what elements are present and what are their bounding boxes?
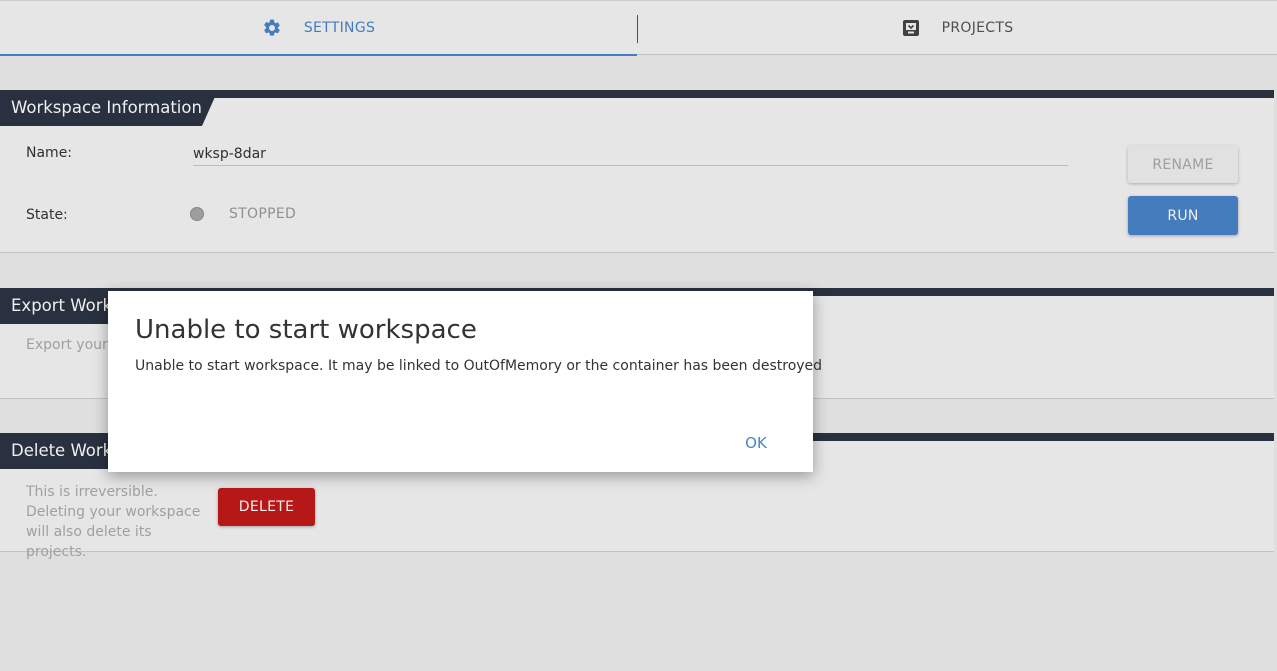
- error-dialog: Unable to start workspace Unable to star…: [108, 291, 822, 472]
- dialog-title: Unable to start workspace: [135, 315, 477, 345]
- dialog-message: Unable to start workspace. It may be lin…: [135, 358, 823, 374]
- ok-button[interactable]: OK: [734, 431, 778, 455]
